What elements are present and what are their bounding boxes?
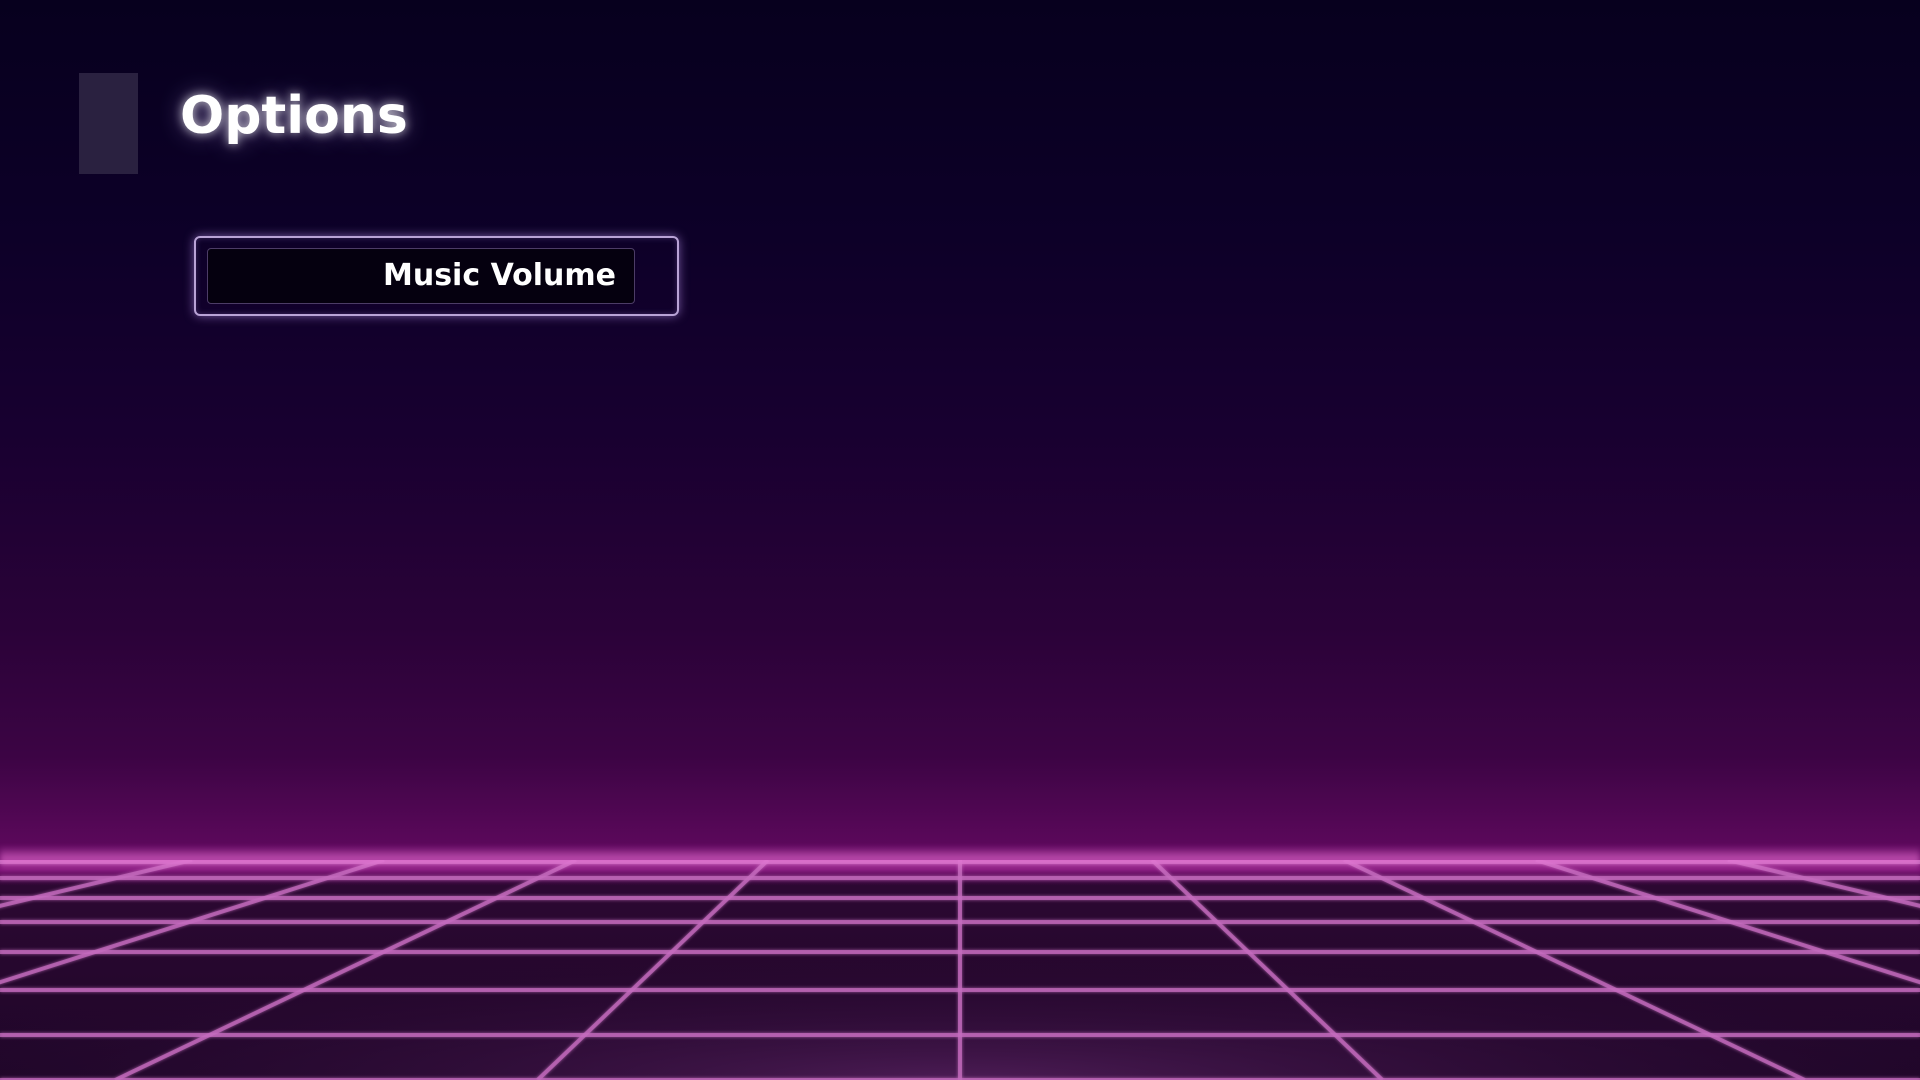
synthwave-grid-floor xyxy=(0,860,1920,1080)
option-label: Music Volume xyxy=(382,258,616,293)
options-screen: Options Music Volume xyxy=(0,0,1920,1080)
option-label-box: Music Volume xyxy=(207,248,635,304)
back-button[interactable] xyxy=(79,73,138,174)
option-music-volume[interactable]: Music Volume xyxy=(194,236,679,316)
horizon-glow xyxy=(0,846,1920,872)
page-title: Options xyxy=(180,86,408,146)
